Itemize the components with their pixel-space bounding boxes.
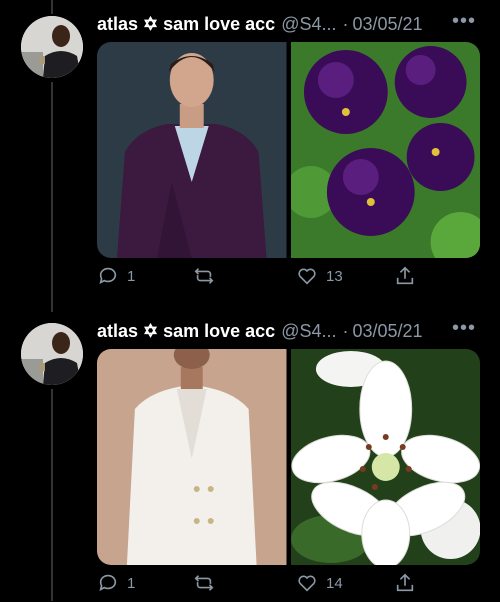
reply-icon <box>99 574 117 591</box>
tweet[interactable]: atlas ✡ sam love acc @S4... · 03/05/21 •… <box>0 307 500 601</box>
retweet-button[interactable] <box>193 572 223 594</box>
separator: · <box>342 13 349 34</box>
tweet[interactable]: atlas ✡ sam love acc @S4... · 03/05/21 •… <box>0 0 500 305</box>
tweet-header: atlas ✡ sam love acc @S4... · 03/05/21 •… <box>97 10 488 36</box>
tweet-media[interactable] <box>97 349 480 565</box>
share-button[interactable] <box>394 572 416 594</box>
user-handle[interactable]: @S4... <box>281 14 336 35</box>
media-image-man-white-suit[interactable] <box>97 349 287 565</box>
reply-button[interactable]: 1 <box>97 572 135 594</box>
user-handle[interactable]: @S4... <box>281 321 336 342</box>
retweet-icon <box>194 575 214 591</box>
reply-button[interactable]: 1 <box>97 265 135 287</box>
like-button[interactable]: 13 <box>296 265 343 287</box>
retweet-icon <box>194 268 214 284</box>
tweet-date[interactable]: 03/05/21 <box>353 14 423 35</box>
tweet-actions: 1 13 <box>97 265 480 295</box>
tweet-date[interactable]: 03/05/21 <box>353 321 423 342</box>
like-count: 14 <box>326 574 343 592</box>
tweet-media[interactable] <box>97 42 480 258</box>
media-image-man-purple-suit[interactable] <box>97 42 287 258</box>
display-name[interactable]: atlas ✡ sam love acc <box>97 14 275 35</box>
like-count: 13 <box>326 267 343 285</box>
like-button[interactable]: 14 <box>296 572 343 594</box>
like-icon <box>298 575 316 592</box>
tweet-header: atlas ✡ sam love acc @S4... · 03/05/21 •… <box>97 317 488 343</box>
media-image-purple-pansies[interactable] <box>290 42 480 258</box>
retweet-button[interactable] <box>193 265 223 287</box>
reply-count: 1 <box>127 574 136 592</box>
share-icon <box>396 266 414 285</box>
separator: · <box>342 320 349 341</box>
avatar[interactable] <box>21 16 83 78</box>
share-icon <box>396 573 414 592</box>
share-button[interactable] <box>394 265 416 287</box>
display-name[interactable]: atlas ✡ sam love acc <box>97 321 275 342</box>
more-icon[interactable]: ••• <box>452 10 476 33</box>
avatar[interactable] <box>21 323 83 385</box>
reply-count: 1 <box>127 267 136 285</box>
reply-icon <box>99 267 117 284</box>
more-icon[interactable]: ••• <box>452 317 476 340</box>
tweet-actions: 1 14 <box>97 572 480 602</box>
media-image-white-lily[interactable] <box>290 349 480 565</box>
like-icon <box>298 268 316 285</box>
